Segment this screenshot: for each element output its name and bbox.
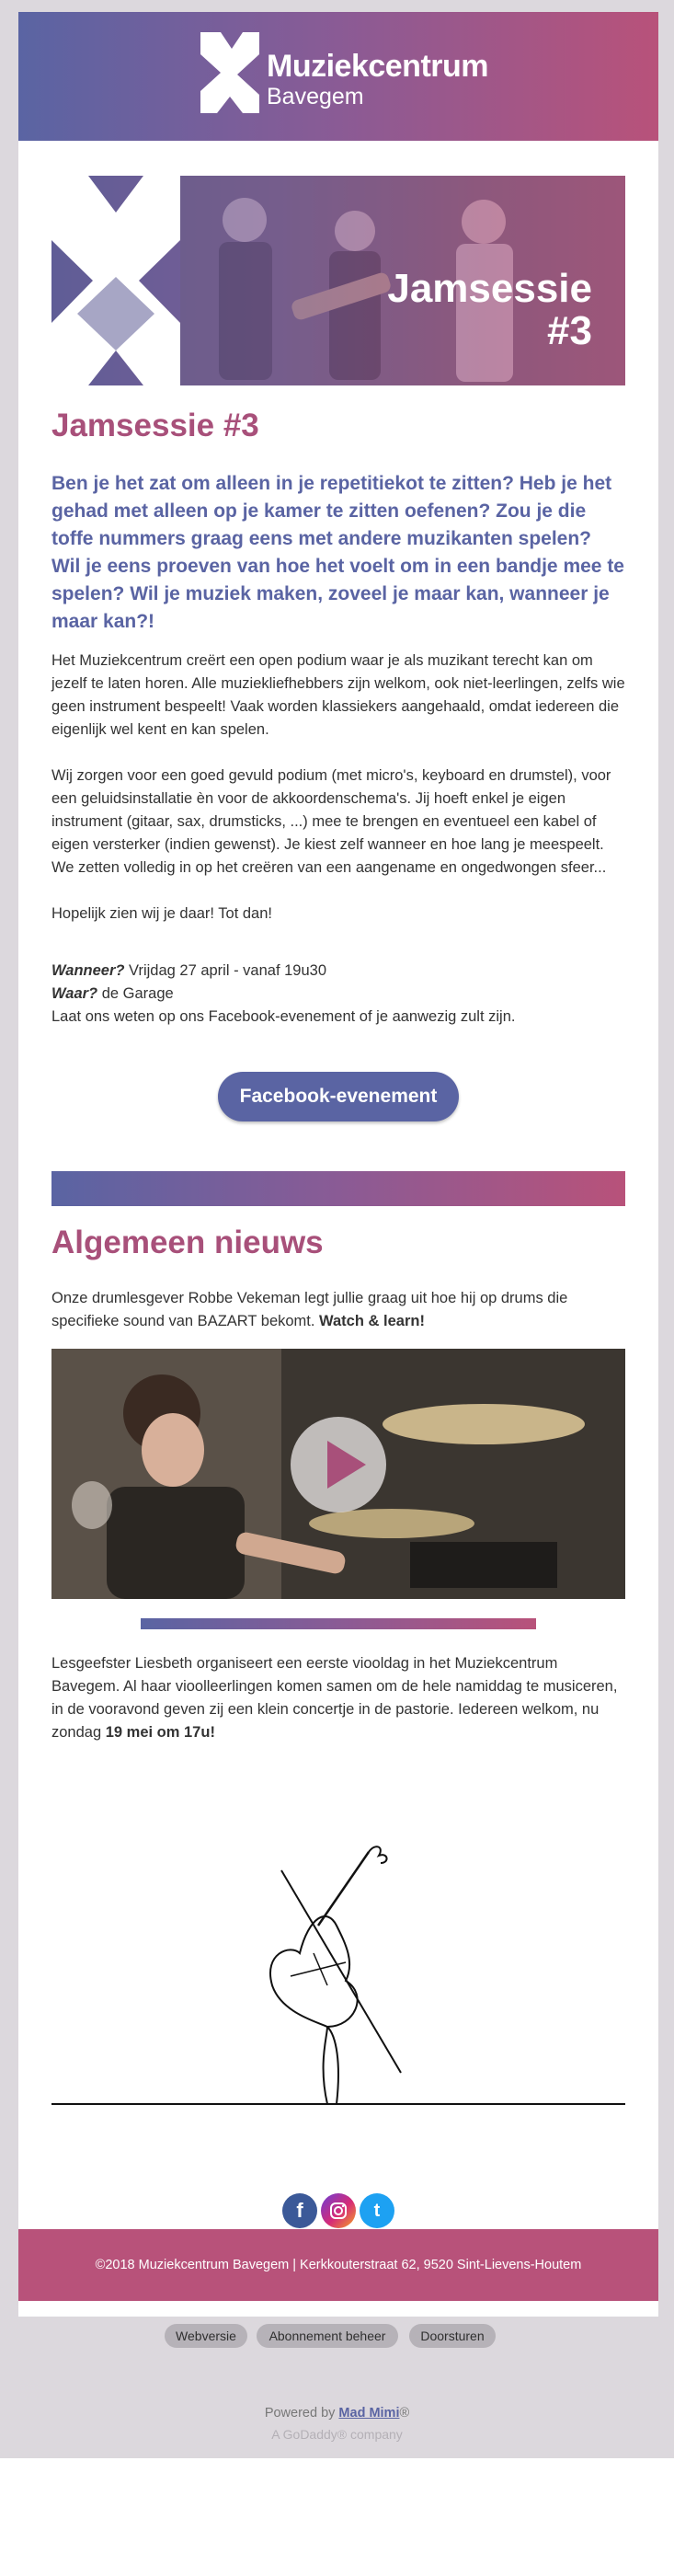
- instagram-glyph: [330, 2202, 347, 2219]
- news-item-1-text: Onze drumlesgever Robbe Vekeman legt jul…: [51, 1287, 625, 1333]
- email-header: Muziekcentrum Bavegem: [18, 12, 658, 141]
- webversion-link[interactable]: Webversie: [165, 2324, 247, 2348]
- violin-line-drawing: [51, 1846, 625, 2105]
- jam-lead: Ben je het zat om alleen in je repetitie…: [51, 473, 624, 632]
- news-item-1-body: Onze drumlesgever Robbe Vekeman legt jul…: [51, 1290, 568, 1329]
- jam-paragraph-2: Wij zorgen voor een goed gevuld podium (…: [51, 767, 611, 876]
- godaddy-note: A GoDaddy® company: [271, 2427, 403, 2442]
- powered-by: Powered by Mad Mimi®: [0, 2406, 674, 2421]
- jam-paragraph-1: Het Muziekcentrum creërt een open podium…: [51, 652, 625, 738]
- where-label: Waar?: [51, 985, 98, 1002]
- news-item-2-text: Lesgeefster Liesbeth organiseert een eer…: [51, 1652, 625, 1744]
- news-heading: Algemeen nieuws: [51, 1225, 324, 1260]
- instagram-icon[interactable]: [321, 2193, 356, 2228]
- when-label: Wanneer?: [51, 962, 125, 979]
- facebook-event-button[interactable]: Facebook-evenement: [218, 1072, 459, 1121]
- jam-when: Wanneer? Vrijdag 27 april - vanaf 19u30: [51, 960, 625, 983]
- drum-video-thumbnail[interactable]: [51, 1349, 625, 1599]
- powered-prefix: Powered by: [264, 2406, 339, 2421]
- brand-location: Bavegem: [267, 84, 364, 109]
- forward-link[interactable]: Doorsturen: [409, 2324, 496, 2348]
- section-divider: [51, 1171, 625, 1206]
- when-value: Vrijdag 27 april - vanaf 19u30: [124, 962, 326, 979]
- hero-title: Jamsessie #3: [387, 268, 592, 352]
- where-value: de Garage: [97, 985, 174, 1002]
- brand-name: Muziekcentrum: [267, 49, 489, 84]
- facebook-icon[interactable]: f: [282, 2193, 317, 2228]
- news-separator: [141, 1618, 536, 1629]
- email-footer: ©2018 Muziekcentrum Bavegem | Kerkkouter…: [18, 2229, 658, 2301]
- jam-paragraph-3: Hopelijk zien wij je daar! Tot dan!: [51, 905, 272, 922]
- hero-logo-mark-icon: [51, 176, 180, 385]
- footer-address: ©2018 Muziekcentrum Bavegem | Kerkkouter…: [95, 2258, 582, 2272]
- jam-heading: Jamsessie #3: [51, 408, 259, 443]
- email-card: Muziekcentrum Bavegem Jamsessie #3 Jamse…: [18, 12, 658, 2317]
- play-icon[interactable]: [327, 1441, 366, 1489]
- powered-suffix: ®: [399, 2406, 410, 2421]
- hero-banner: Jamsessie #3: [51, 176, 625, 385]
- hero-title-line2: #3: [547, 308, 592, 353]
- mad-mimi-link[interactable]: Mad Mimi: [338, 2406, 399, 2421]
- twitter-icon[interactable]: t: [360, 2193, 394, 2228]
- jam-where: Waar? de Garage: [51, 983, 625, 1006]
- news-item-1-emphasis: Watch & learn!: [319, 1313, 425, 1329]
- muziekcentrum-logo-icon: [200, 32, 259, 113]
- hero-title-line1: Jamsessie: [387, 266, 592, 311]
- manage-subscription-link[interactable]: Abonnement beheer: [257, 2324, 398, 2348]
- jam-note: Laat ons weten op ons Facebook-evenement…: [51, 1008, 516, 1025]
- news-item-2-emphasis: 19 mei om 17u!: [105, 1724, 215, 1741]
